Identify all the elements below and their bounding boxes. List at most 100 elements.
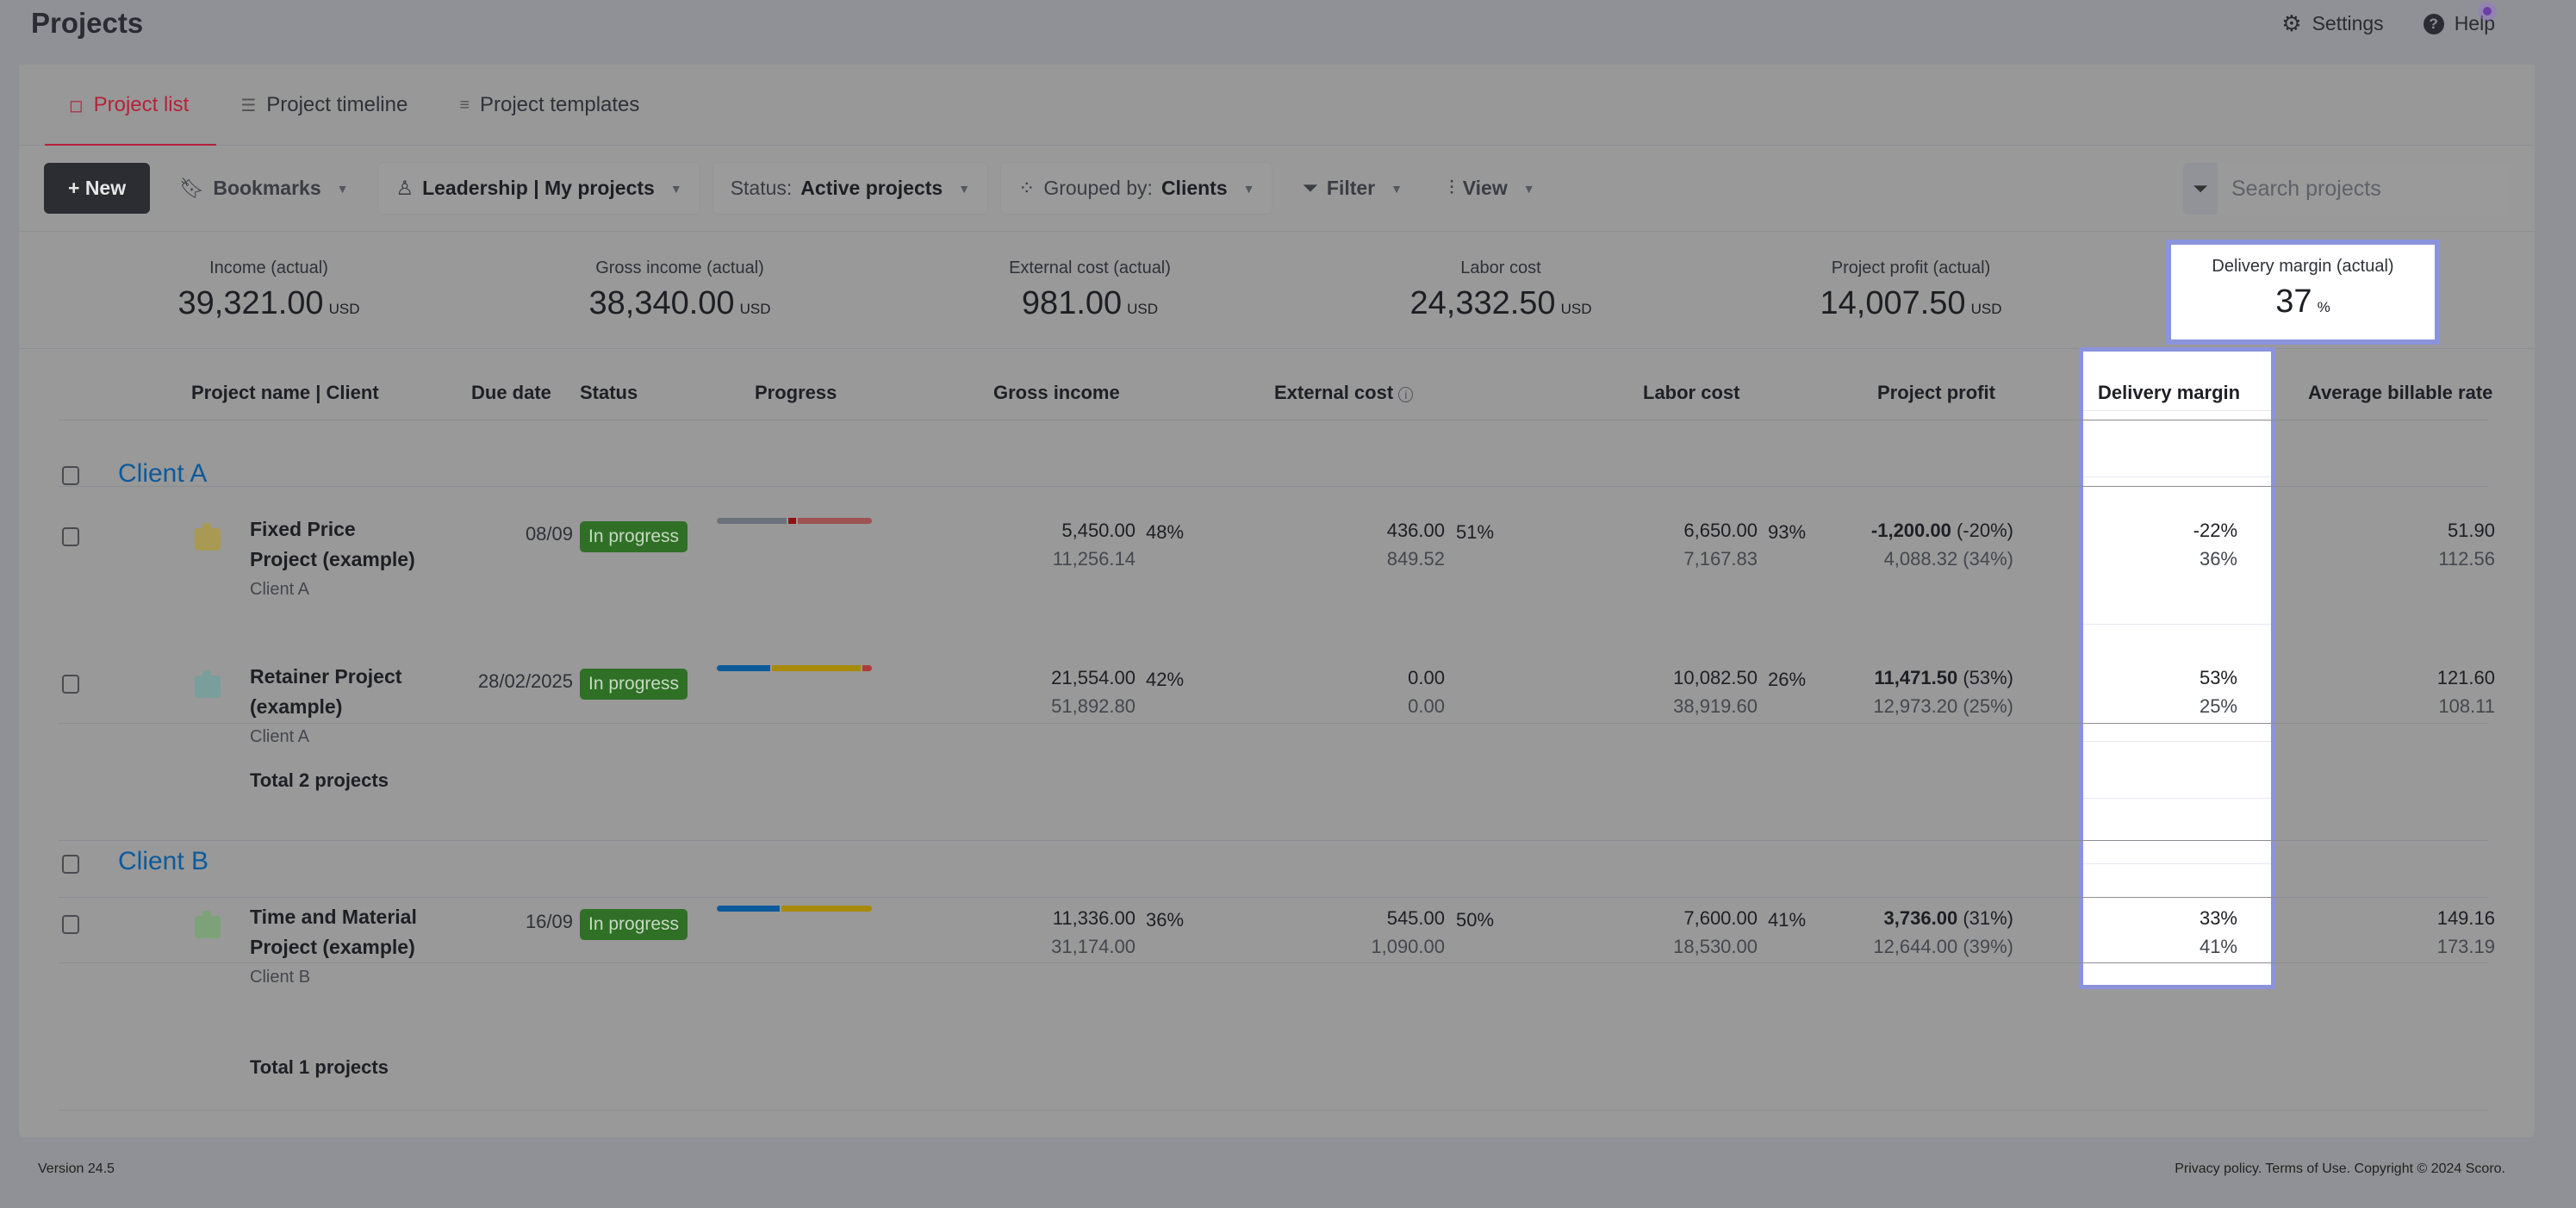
billable-rate-cell: 51.90 112.56 <box>2438 520 2495 570</box>
metric-value: 37% <box>2275 283 2330 320</box>
divider <box>59 723 2488 724</box>
col-header-due[interactable]: Due date <box>471 382 551 404</box>
progress-bar <box>717 518 872 524</box>
metric-labor-cost: Labor cost 24,332.50 USD <box>1337 233 1664 349</box>
project-icon <box>195 911 221 938</box>
metric-external-cost: External cost (actual) 981.00 USD <box>926 233 1254 349</box>
external-cost-pct: 51% <box>1456 521 1495 543</box>
status-prefix: Status: <box>730 177 793 199</box>
view-dropdown[interactable]: ⫶ View ▼ <box>1432 163 1552 214</box>
project-profit-cell: 3,736.00 (31%) 12,644.00 (39%) <box>1873 907 2013 957</box>
status-badge: In progress <box>580 909 688 940</box>
tab-label: Project templates <box>479 93 640 116</box>
project-name[interactable]: Retainer Project (example) Client A <box>250 662 422 751</box>
settings-link[interactable]: ⚙ Settings <box>2281 10 2383 37</box>
row-checkbox[interactable] <box>62 915 79 934</box>
due-date: 16/09 <box>525 911 573 932</box>
col-header-delivery-margin[interactable]: Delivery margin <box>2098 382 2240 404</box>
row-checkbox[interactable] <box>62 527 79 546</box>
labor-cost-cell: 10,082.50 38,919.60 <box>1673 667 1758 717</box>
progress-segment <box>787 518 796 524</box>
delivery-margin-cell: -22% 36% <box>2193 520 2237 570</box>
timeline-icon: ☰ <box>240 96 257 115</box>
external-cost-cell: 0.00 0.00 <box>1408 667 1445 717</box>
filter-dropdown[interactable]: ⏷ Filter ▼ <box>1285 163 1420 214</box>
project-name[interactable]: Fixed Price Project (example) Client A <box>250 514 422 604</box>
col-header-gross-income[interactable]: Gross income <box>993 382 1120 404</box>
info-icon[interactable]: i <box>1398 387 1414 402</box>
metric-label: Labor cost <box>1460 258 1541 277</box>
progress-segment <box>717 665 770 671</box>
metric-delivery-margin: Delivery margin (actual) 37% <box>2166 240 2440 345</box>
status-badge: In progress <box>580 521 688 552</box>
project-name[interactable]: Time and Material Project (example) Clien… <box>250 902 422 992</box>
project-icon <box>195 523 221 551</box>
project-profit-cell: -1,200.00 (-20%) 4,088.32 (34%) <box>1870 520 2013 570</box>
col-header-average-billable-rate[interactable]: Average billable rate <box>2308 382 2492 404</box>
metric-value: 38,340.00 USD <box>588 285 771 321</box>
status-dropdown[interactable]: Status: Active projects ▼ <box>712 162 989 215</box>
metric-value: 24,332.50 USD <box>1409 285 1592 321</box>
metric-label: Income (actual) <box>209 258 328 277</box>
settings-label: Settings <box>2312 12 2384 34</box>
progress-segment <box>771 665 862 671</box>
metric-value: 39,321.00 USD <box>177 285 360 321</box>
help-icon: ? <box>2423 13 2444 34</box>
external-cost-pct: 50% <box>1456 909 1495 931</box>
external-cost-cell: 436.00 849.52 <box>1386 520 1445 570</box>
labor-cost-pct: 41% <box>1768 909 1807 931</box>
legal-links[interactable]: Privacy policy. Terms of Use. Copyright … <box>2175 1161 2505 1177</box>
group-prefix: Grouped by: <box>1043 177 1153 199</box>
group-checkbox[interactable] <box>62 855 79 874</box>
tab-project-templates[interactable]: ≡ Project templates <box>435 65 667 146</box>
top-right-links: ⚙ Settings ? Help <box>2281 10 2495 37</box>
labor-cost-cell: 7,600.00 18,530.00 <box>1673 907 1758 957</box>
progress-segment <box>797 518 872 524</box>
col-header-status[interactable]: Status <box>580 382 638 404</box>
divider <box>59 1110 2488 1111</box>
metric-value: 14,007.50 USD <box>1820 285 2002 321</box>
scope-dropdown[interactable]: ♙ Leadership | My projects ▼ <box>377 162 700 215</box>
row-checkbox[interactable] <box>62 675 79 694</box>
new-button[interactable]: + New <box>44 163 151 214</box>
group-client-b[interactable]: Client B <box>118 847 208 876</box>
bookmarks-dropdown[interactable]: 🔖︎ Bookmarks ▼ <box>162 163 365 214</box>
filter-label: Filter <box>1326 177 1376 199</box>
search-filter-icon[interactable]: ⏷ <box>2183 163 2218 215</box>
view-label: View <box>1462 177 1508 199</box>
divider <box>59 897 2488 898</box>
funnel-icon: ⏷ <box>1302 177 1318 199</box>
scope-label: Leadership | My projects <box>422 177 655 199</box>
col-header-project-profit[interactable]: Project profit <box>1877 382 1995 404</box>
progress-segment <box>717 518 787 524</box>
col-header-name[interactable]: Project name | Client <box>191 382 379 404</box>
group-checkbox[interactable] <box>62 466 79 485</box>
search-input[interactable] <box>2218 163 2509 215</box>
billable-rate-cell: 149.16 173.19 <box>2436 907 2495 957</box>
tab-project-timeline[interactable]: ☰ Project timeline <box>216 65 435 146</box>
sliders-icon: ⫶ <box>1448 177 1454 199</box>
due-date: 08/09 <box>525 523 573 545</box>
col-header-external-cost[interactable]: External cost i <box>1274 382 1414 404</box>
progress-segment <box>781 906 872 912</box>
group-client-a[interactable]: Client A <box>118 459 207 489</box>
col-header-labor-cost[interactable]: Labor cost <box>1643 382 1739 404</box>
group-by-dropdown[interactable]: ⁘ Grouped by: Clients ▼ <box>1000 162 1273 215</box>
metric-label: Project profit (actual) <box>1831 258 1991 277</box>
tab-label: Project list <box>93 93 190 116</box>
caret-down-icon: ▼ <box>958 181 971 196</box>
due-date: 28/02/2025 <box>477 670 573 692</box>
caret-down-icon: ▼ <box>1522 181 1535 196</box>
gross-income-cell: 21,554.00 51,892.80 <box>1051 667 1136 717</box>
tab-project-list[interactable]: ◻ Project list <box>45 65 217 146</box>
gear-icon: ⚙ <box>2281 10 2302 36</box>
caret-down-icon: ▼ <box>1242 181 1255 196</box>
project-profit-cell: 11,471.50 (53%) 12,973.20 (25%) <box>1873 667 2013 717</box>
notification-dot[interactable] <box>2478 2 2497 21</box>
col-header-progress[interactable]: Progress <box>755 382 837 404</box>
bookmarks-label: Bookmarks <box>213 177 321 199</box>
divider <box>59 486 2488 487</box>
delivery-margin-highlight <box>2079 347 2275 989</box>
project-icon <box>195 670 221 698</box>
progress-segment <box>862 665 872 671</box>
